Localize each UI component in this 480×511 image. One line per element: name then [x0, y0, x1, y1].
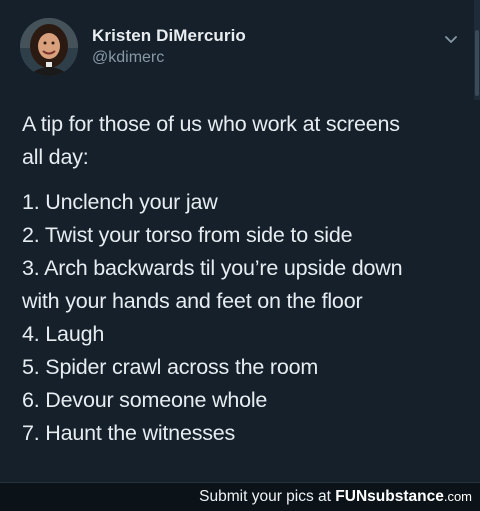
author-handle[interactable]: @kdimerc [92, 48, 246, 68]
author-block: Kristen DiMercurio @kdimerc [92, 26, 246, 68]
author-name[interactable]: Kristen DiMercurio [92, 26, 246, 46]
brand-fun: FUN [335, 488, 368, 505]
list-item: 1. Unclench your jaw [22, 190, 218, 214]
brand-logo[interactable]: FUNsubstance.com [335, 488, 472, 505]
list-item: 6. Devour someone whole [22, 388, 268, 412]
list-item: 4. Laugh [22, 322, 105, 346]
list-item: 2. Twist your torso from side to side [22, 223, 353, 247]
tweet-text: A tip for those of us who work at screen… [22, 108, 462, 450]
list-item-continuation: with your hands and feet on the floor [22, 289, 363, 313]
tweet-card: Kristen DiMercurio @kdimerc A tip for th… [0, 0, 480, 482]
list-item: 5. Spider crawl across the room [22, 355, 319, 379]
list-item: 7. Haunt the witnesses [22, 421, 236, 445]
tweet-intro-line: all day: [22, 145, 89, 169]
scrollbar-thumb[interactable] [475, 30, 479, 96]
watermark-text: Submit your pics at FUNsubstance.com [199, 487, 472, 507]
tweet-intro-line: A tip for those of us who work at screen… [22, 112, 400, 136]
scrollbar[interactable] [474, 0, 480, 100]
avatar[interactable] [20, 18, 78, 76]
brand-substance: substance [367, 488, 444, 505]
avatar-image [20, 18, 78, 76]
brand-dotcom: .com [443, 489, 472, 504]
chevron-down-icon[interactable] [444, 32, 458, 46]
tweet-intro: A tip for those of us who work at screen… [22, 108, 462, 174]
list-item: 3. Arch backwards til you’re upside down [22, 256, 403, 280]
watermark-footer: Submit your pics at FUNsubstance.com [0, 482, 480, 511]
submit-text: Submit your pics at [199, 488, 331, 505]
